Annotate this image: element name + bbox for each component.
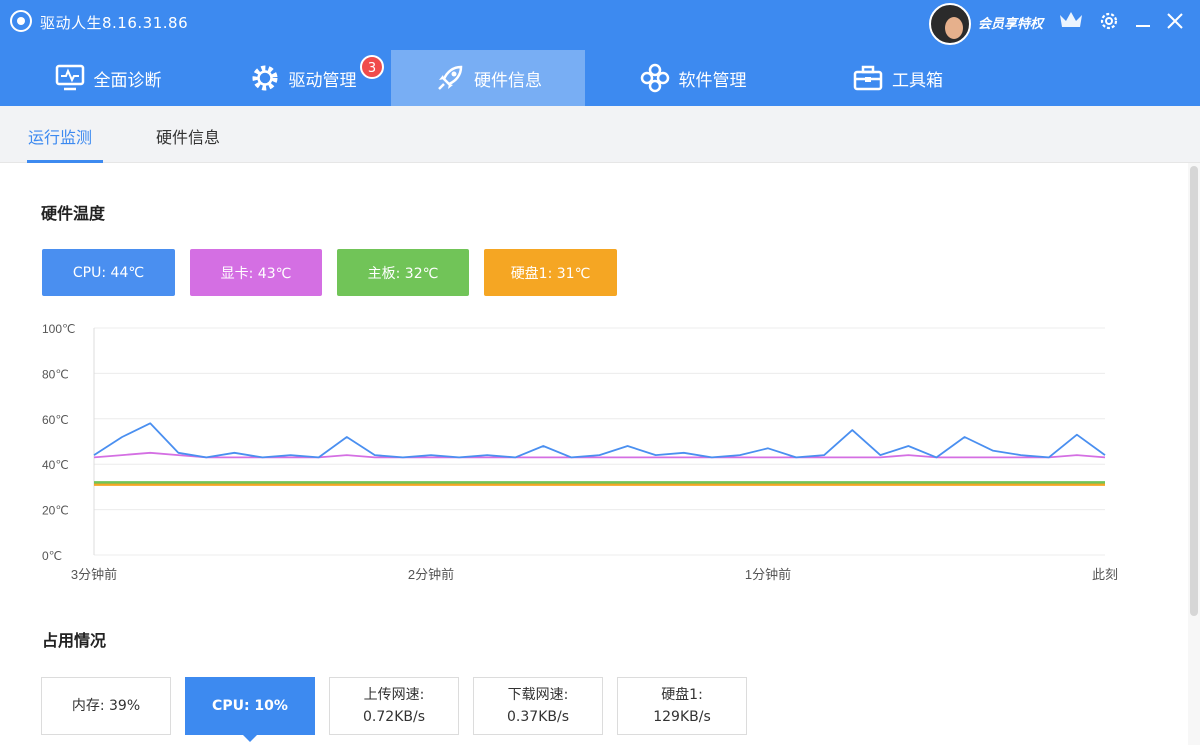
y-tick-label: 80℃ — [42, 367, 69, 381]
gpu-temp-card[interactable]: 显卡: 43℃ — [190, 249, 322, 296]
gear-icon — [249, 62, 281, 94]
x-tick-label: 1分钟前 — [745, 567, 791, 582]
driver-update-badge: 3 — [360, 55, 384, 79]
motherboard-temp-card[interactable]: 主板: 32℃ — [337, 249, 469, 296]
crown-icon[interactable] — [1058, 9, 1084, 31]
active-usage-caret — [243, 735, 257, 742]
vip-label[interactable]: 会员享特权 — [978, 13, 1043, 32]
y-tick-label: 20℃ — [42, 504, 69, 518]
top-bar: 驱动人生8.16.31.86 会员享特权 全面诊断 驱动管理 硬件信息 软件管理… — [0, 0, 1200, 106]
subtab-hardware-info[interactable]: 硬件信息 — [156, 124, 220, 148]
tab-toolbox[interactable]: 工具箱 — [810, 50, 985, 106]
user-avatar[interactable] — [929, 3, 971, 45]
tab-label: 硬件信息 — [474, 70, 542, 91]
scrollbar-thumb[interactable] — [1190, 166, 1198, 616]
usage-line2: 0.37KB/s — [507, 709, 569, 725]
tab-full-diagnosis[interactable]: 全面诊断 — [20, 50, 195, 106]
x-tick-label: 3分钟前 — [71, 567, 117, 582]
usage-section-title: 占用情况 — [42, 631, 107, 650]
usage-line2: 0.72KB/s — [363, 709, 425, 725]
sub-tab-bar: 运行监测 硬件信息 — [0, 106, 1200, 163]
x-tick-label: 2分钟前 — [408, 567, 454, 582]
tab-label: 全面诊断 — [93, 70, 162, 91]
series-line-0 — [93, 422, 1106, 459]
close-icon[interactable] — [1162, 8, 1188, 34]
apps-icon — [639, 62, 671, 94]
cpu-usage-box[interactable]: CPU: 10% — [185, 677, 315, 735]
tab-hardware-info[interactable]: 硬件信息 — [391, 50, 585, 106]
subtab-runtime-monitor[interactable]: 运行监测 — [28, 124, 92, 148]
usage-line1: CPU: 10% — [212, 698, 288, 714]
tab-label: 软件管理 — [678, 70, 747, 91]
monitor-icon — [54, 62, 86, 94]
y-tick-label: 0℃ — [42, 549, 62, 563]
tab-label: 驱动管理 — [288, 70, 357, 91]
disk-io-box[interactable]: 硬盘1: 129KB/s — [617, 677, 747, 735]
app-title: 驱动人生8.16.31.86 — [40, 14, 189, 32]
tab-label: 工具箱 — [892, 70, 943, 91]
usage-line1: 下载网速: — [507, 687, 569, 703]
y-tick-label: 60℃ — [42, 413, 69, 427]
usage-line1: 内存: 39% — [71, 698, 141, 714]
download-speed-box[interactable]: 下载网速: 0.37KB/s — [473, 677, 603, 735]
x-tick-label: 此刻 — [1092, 567, 1118, 582]
usage-line2: 129KB/s — [653, 709, 711, 725]
toolbox-icon — [852, 62, 884, 94]
usage-line1: 上传网速: — [363, 687, 425, 703]
cpu-temp-card[interactable]: CPU: 44℃ — [42, 249, 175, 296]
title-bar: 驱动人生8.16.31.86 会员享特权 — [0, 0, 1200, 45]
upload-speed-box[interactable]: 上传网速: 0.72KB/s — [329, 677, 459, 735]
rocket-icon — [434, 62, 466, 94]
memory-usage-box[interactable]: 内存: 39% — [41, 677, 171, 735]
tab-software-management[interactable]: 软件管理 — [605, 50, 780, 106]
active-subtab-indicator — [27, 160, 103, 163]
temperature-section-title: 硬件温度 — [41, 204, 106, 223]
usage-line1: 硬盘1: — [661, 687, 703, 703]
y-tick-label: 100℃ — [42, 322, 76, 336]
temperature-chart: 100℃ 80℃ 60℃ 40℃ 20℃ 0℃ 3分钟前 2分钟前 1分钟前 此刻 — [42, 322, 1118, 582]
y-tick-label: 40℃ — [42, 458, 69, 472]
minimize-icon[interactable] — [1130, 8, 1156, 34]
settings-gear-icon[interactable] — [1096, 8, 1122, 34]
app-logo-icon — [10, 10, 32, 32]
disk-temp-card[interactable]: 硬盘1: 31℃ — [484, 249, 617, 296]
